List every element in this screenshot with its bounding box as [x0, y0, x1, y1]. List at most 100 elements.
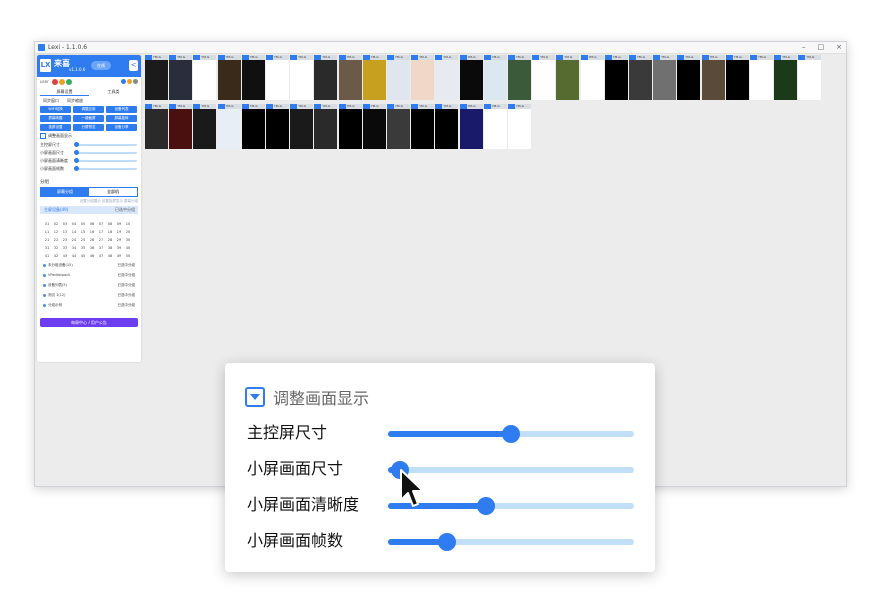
- device-screen[interactable]: [677, 60, 701, 100]
- device-tile[interactable]: YM-G: [483, 55, 507, 100]
- device-tile[interactable]: YM-G: [725, 55, 749, 100]
- device-number[interactable]: 41: [43, 254, 51, 259]
- device-tile[interactable]: YM-G: [362, 55, 386, 100]
- device-screen[interactable]: [580, 60, 604, 100]
- logout-icon[interactable]: [133, 79, 138, 84]
- badge-icon[interactable]: [52, 79, 58, 85]
- device-tile[interactable]: YM-G: [193, 55, 217, 100]
- tab-screen-settings[interactable]: 屏幕设置: [40, 87, 89, 96]
- device-number[interactable]: 24: [70, 238, 78, 243]
- mini-slider-knob[interactable]: [74, 166, 79, 171]
- device-tile[interactable]: YM-G: [145, 55, 168, 100]
- device-number[interactable]: 34: [70, 246, 78, 251]
- device-tile[interactable]: YM-G: [508, 104, 531, 149]
- device-tile[interactable]: YM-G: [169, 104, 193, 149]
- slider-track[interactable]: [388, 425, 634, 443]
- slider-thumb[interactable]: [502, 425, 520, 443]
- device-number[interactable]: 26: [88, 238, 96, 243]
- device-number[interactable]: 25: [79, 238, 87, 243]
- device-screen[interactable]: [217, 109, 241, 149]
- device-tile[interactable]: YM-G: [653, 55, 677, 100]
- badge-icon[interactable]: [66, 79, 72, 85]
- mini-slider-knob[interactable]: [74, 142, 79, 147]
- device-number[interactable]: 36: [88, 246, 96, 251]
- device-tile[interactable]: YM-G: [556, 55, 580, 100]
- list-item[interactable]: 未分组设备(15) 已选中分组: [40, 261, 138, 270]
- list-item-select[interactable]: 已选中分组: [118, 281, 136, 290]
- device-number[interactable]: 03: [61, 222, 69, 227]
- device-screen[interactable]: [508, 109, 531, 149]
- device-tile[interactable]: YM-G: [629, 55, 652, 100]
- device-tile[interactable]: YM-G: [314, 104, 338, 149]
- device-number[interactable]: 05: [79, 222, 87, 227]
- device-tile[interactable]: YM-G: [193, 104, 217, 149]
- device-tile[interactable]: YM-G: [508, 55, 531, 100]
- device-tile[interactable]: YM-G: [701, 55, 725, 100]
- settings-icon[interactable]: [121, 79, 126, 84]
- device-tile[interactable]: YM-G: [532, 55, 556, 100]
- device-number[interactable]: 14: [70, 230, 78, 235]
- device-screen[interactable]: [266, 60, 289, 100]
- notice-button[interactable]: 每周中心 / 用户公告: [40, 318, 138, 327]
- device-tile[interactable]: YM-G: [387, 55, 410, 100]
- device-screen[interactable]: [314, 60, 338, 100]
- device-number[interactable]: 38: [106, 246, 114, 251]
- device-tile[interactable]: YM-G: [411, 104, 435, 149]
- device-screen[interactable]: [290, 60, 314, 100]
- group-select[interactable]: 已选中分组: [115, 206, 135, 214]
- wifi-button[interactable]: WIFI切换: [40, 106, 71, 113]
- device-screen[interactable]: [508, 60, 531, 100]
- device-tile[interactable]: YM-G: [169, 55, 193, 100]
- tab-tools[interactable]: 工具类: [89, 87, 138, 96]
- device-tile[interactable]: YM-G: [241, 104, 265, 149]
- device-list-button[interactable]: 设备列表: [106, 106, 137, 113]
- device-screen[interactable]: [556, 60, 580, 100]
- device-screen[interactable]: [387, 109, 410, 149]
- mini-slider-fps[interactable]: 小屏画面帧数: [40, 165, 138, 173]
- split-preview-button[interactable]: 分屏预览: [73, 124, 104, 131]
- device-screen[interactable]: [435, 60, 459, 100]
- device-screen[interactable]: [532, 60, 556, 100]
- device-screen[interactable]: [266, 109, 289, 149]
- device-number[interactable]: 15: [79, 230, 87, 235]
- mini-slider-clarity[interactable]: 小屏画面清晰度: [40, 157, 138, 165]
- device-tile[interactable]: YM-G: [798, 55, 822, 100]
- device-tile[interactable]: YM-G: [290, 55, 314, 100]
- device-number[interactable]: 40: [124, 246, 132, 251]
- device-screen[interactable]: [798, 60, 822, 100]
- mini-slider-track[interactable]: [75, 144, 137, 146]
- device-screen[interactable]: [604, 60, 628, 100]
- group-row-main[interactable]: 主屏设备(49) 已选中分组: [40, 206, 138, 214]
- device-number[interactable]: 50: [124, 254, 132, 259]
- device-number[interactable]: 01: [43, 222, 51, 227]
- device-number[interactable]: 18: [106, 230, 114, 235]
- device-number[interactable]: 11: [43, 230, 51, 235]
- device-screen[interactable]: [169, 60, 193, 100]
- device-number[interactable]: 19: [115, 230, 123, 235]
- device-tile[interactable]: YM-G: [338, 104, 362, 149]
- device-number[interactable]: 07: [97, 222, 105, 227]
- sync-zoom-tab[interactable]: 同步缩放: [64, 97, 86, 104]
- device-tile[interactable]: YM-G: [362, 104, 386, 149]
- device-tile[interactable]: YM-G: [750, 55, 773, 100]
- badge-icon[interactable]: [59, 79, 65, 85]
- close-icon[interactable]: ×: [836, 42, 842, 53]
- device-screen[interactable]: [750, 60, 773, 100]
- maximize-icon[interactable]: □: [818, 42, 825, 53]
- device-screen[interactable]: [701, 60, 725, 100]
- device-tile[interactable]: YM-G: [217, 104, 241, 149]
- all-devices-option[interactable]: 全部机: [89, 188, 137, 196]
- list-item-select[interactable]: 已选中分组: [118, 271, 136, 280]
- mini-slider-knob[interactable]: [74, 158, 79, 163]
- lock-button[interactable]: 锁屏设置: [40, 124, 71, 131]
- device-number[interactable]: 17: [97, 230, 105, 235]
- device-tile[interactable]: YM-G: [387, 104, 410, 149]
- mini-slider-track[interactable]: [75, 152, 137, 154]
- device-screen[interactable]: [241, 60, 265, 100]
- device-screen[interactable]: [725, 60, 749, 100]
- device-screen[interactable]: [483, 109, 507, 149]
- device-tile[interactable]: YM-G: [483, 104, 507, 149]
- device-screen[interactable]: [193, 60, 217, 100]
- device-number[interactable]: 10: [124, 222, 132, 227]
- adjust-display-toggle[interactable]: 调整画面显示: [40, 133, 138, 139]
